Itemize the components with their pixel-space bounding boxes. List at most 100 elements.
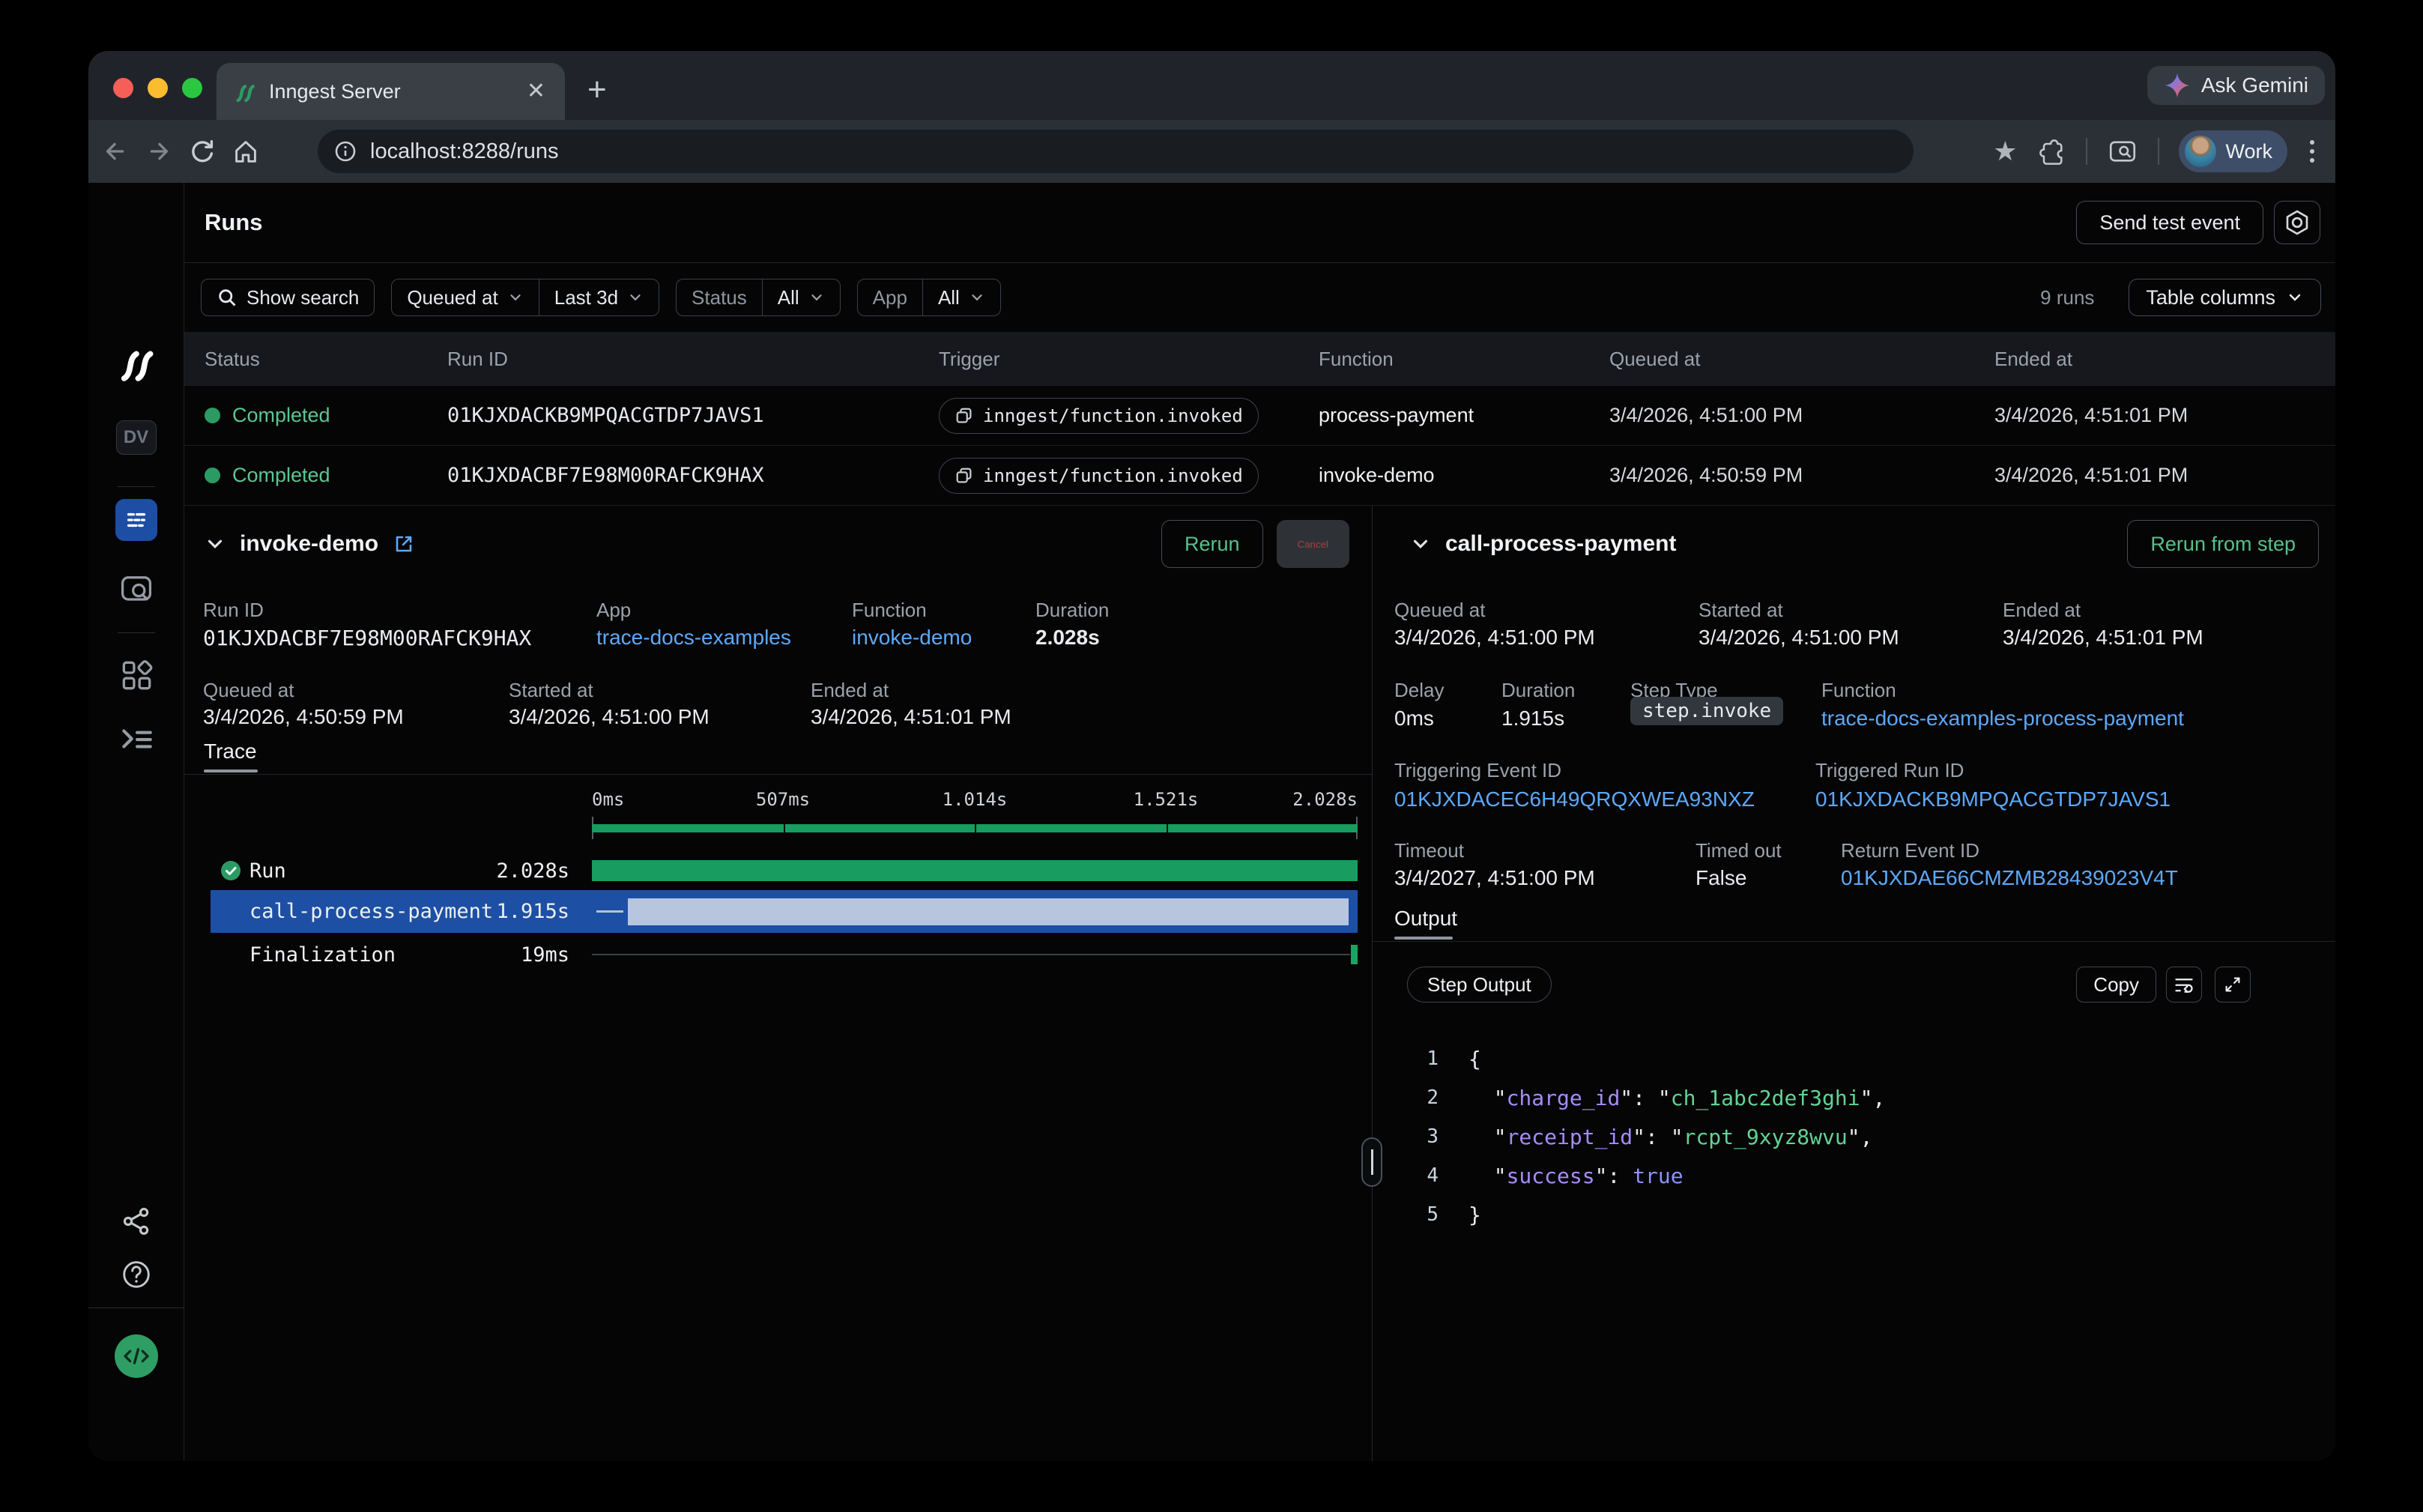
show-search-button[interactable]: Show search xyxy=(201,279,375,316)
trace-row-run[interactable]: Run 2.028s xyxy=(211,856,1358,885)
trigger-pill[interactable]: inngest/function.invoked xyxy=(939,458,1259,494)
toolbar-separator-2 xyxy=(2158,138,2159,165)
table-row[interactable]: Completed 01KJXDACKB9MPQACGTDP7JAVS1 inn… xyxy=(184,386,2335,446)
reload-icon[interactable] xyxy=(186,135,219,168)
app-filter-label: App xyxy=(873,286,907,309)
browser-menu-icon[interactable] xyxy=(2307,136,2317,166)
window-minimize-button[interactable] xyxy=(148,78,168,98)
col-status: Status xyxy=(205,348,447,371)
app-filter[interactable]: App All xyxy=(857,279,1001,316)
collapse-chevron-icon[interactable] xyxy=(1409,533,1432,555)
run-title: invoke-demo xyxy=(240,531,378,557)
step-ended-at-label: Ended at xyxy=(2003,599,2081,622)
line-number: 5 xyxy=(1373,1203,1439,1226)
settings-gear-button[interactable] xyxy=(2274,201,2320,244)
site-info-icon[interactable] xyxy=(333,139,358,164)
axis-tick: 2.028s xyxy=(1292,789,1358,810)
triggered-run-id-label: Triggered Run ID xyxy=(1815,759,1964,782)
window-close-button[interactable] xyxy=(113,78,133,98)
run-detail-pane: invoke-demo Rerun Cancel Run ID 01KJXDAC… xyxy=(184,506,1372,1461)
trace-row-call-process-payment[interactable]: call-process-payment 1.915s xyxy=(211,890,1358,933)
table-row[interactable]: Completed 01KJXDACBF7E98M00RAFCK9HAX inn… xyxy=(184,446,2335,506)
send-test-event-button[interactable]: Send test event xyxy=(2076,201,2263,244)
return-event-id-link[interactable]: 01KJXDAE66CMZMB28439023V4T xyxy=(1841,866,2178,890)
function-link[interactable]: invoke-demo xyxy=(852,626,972,650)
step-started-at-value: 3/4/2026, 4:51:00 PM xyxy=(1698,626,1899,650)
cancel-button[interactable]: Cancel xyxy=(1277,520,1350,568)
tab-output[interactable]: Output xyxy=(1394,907,1457,931)
step-function-link[interactable]: trace-docs-examples-process-payment xyxy=(1821,707,2184,731)
time-field-label: Queued at xyxy=(407,286,497,309)
back-icon[interactable] xyxy=(99,135,132,168)
side-panel-search-icon[interactable] xyxy=(2107,136,2138,167)
collapse-chevron-icon[interactable] xyxy=(204,533,226,555)
bookmark-star-icon[interactable]: ★ xyxy=(1993,136,2017,167)
sidebar-item-apps[interactable] xyxy=(118,656,155,694)
status-filter-label: Status xyxy=(692,286,747,309)
trigger-pill[interactable]: inngest/function.invoked xyxy=(939,398,1259,434)
time-range-dropdown[interactable]: Last 3d xyxy=(539,279,659,315)
table-header: Status Run ID Trigger Function Queued at… xyxy=(184,332,2335,386)
triggered-run-id-link[interactable]: 01KJXDACKB9MPQACGTDP7JAVS1 xyxy=(1815,787,2171,811)
profile-chip[interactable]: Work xyxy=(2179,130,2287,172)
word-wrap-icon[interactable] xyxy=(2166,967,2202,1003)
home-icon[interactable] xyxy=(229,135,262,168)
address-bar[interactable]: localhost:8288/runs xyxy=(318,130,1914,173)
triggering-event-id-link[interactable]: 01KJXDACEC6H49QRQXWEA93NXZ xyxy=(1394,787,1755,811)
copy-button[interactable]: Copy xyxy=(2076,967,2156,1003)
desktop: Inngest Server ✕ + Ask Gemini xyxy=(0,0,2423,1512)
help-icon[interactable] xyxy=(119,1257,154,1292)
extensions-icon[interactable] xyxy=(2036,136,2066,166)
time-field-dropdown[interactable]: Queued at xyxy=(392,279,538,315)
browser-tab[interactable]: Inngest Server ✕ xyxy=(217,63,565,120)
line-number: 1 xyxy=(1373,1047,1439,1070)
step-queued-at-value: 3/4/2026, 4:51:00 PM xyxy=(1394,626,1595,650)
queued-at-value: 3/4/2026, 4:50:59 PM xyxy=(203,705,404,729)
external-link-icon[interactable] xyxy=(392,532,416,556)
trace-row-finalization[interactable]: Finalization 19ms xyxy=(211,940,1358,969)
tab-trace[interactable]: Trace xyxy=(204,740,257,763)
sidebar-item-runs[interactable] xyxy=(115,499,157,541)
function-name: invoke-demo xyxy=(1319,464,1609,487)
sidebar-divider xyxy=(118,486,155,487)
chevron-down-icon xyxy=(507,289,524,306)
tab-close-icon[interactable]: ✕ xyxy=(524,80,548,103)
sidebar-item-events[interactable] xyxy=(117,570,156,609)
forward-icon[interactable] xyxy=(142,135,175,168)
ended-at-value: 3/4/2026, 4:51:01 PM xyxy=(811,705,1011,729)
line-number: 4 xyxy=(1373,1164,1439,1187)
search-icon xyxy=(217,287,238,308)
status-dot xyxy=(205,468,220,483)
step-started-at-label: Started at xyxy=(1698,599,1783,622)
started-at-label: Started at xyxy=(509,679,593,702)
sidebar-divider-2 xyxy=(118,632,155,633)
run-id: 01KJXDACKB9MPQACGTDP7JAVS1 xyxy=(447,404,939,427)
expand-icon[interactable] xyxy=(2215,967,2251,1003)
ask-gemini-button[interactable]: Ask Gemini xyxy=(2147,66,2325,105)
table-columns-label: Table columns xyxy=(2146,286,2275,309)
new-tab-button[interactable]: + xyxy=(587,73,607,106)
table-columns-button[interactable]: Table columns xyxy=(2129,279,2321,316)
rerun-button[interactable]: Rerun xyxy=(1161,520,1263,568)
trace-row-name: call-process-payment xyxy=(249,900,493,923)
sidebar-item-dev-server-logs[interactable] xyxy=(118,720,155,757)
status-dot xyxy=(205,408,220,423)
status-filter[interactable]: Status All xyxy=(676,279,841,316)
app-link[interactable]: trace-docs-examples xyxy=(596,626,791,650)
inngest-logo[interactable] xyxy=(115,342,157,384)
inngest-favicon-icon xyxy=(233,79,257,103)
dev-mode-button[interactable] xyxy=(115,1334,158,1378)
step-output-toggle[interactable]: Step Output xyxy=(1407,967,1552,1003)
axis-tick: 1.521s xyxy=(1134,789,1199,810)
env-badge[interactable]: DV xyxy=(116,420,157,455)
rerun-from-step-button[interactable]: Rerun from step xyxy=(2127,520,2319,568)
code-line: 1{ xyxy=(1373,1039,2335,1078)
trace-row-duration: 1.915s xyxy=(496,900,569,923)
trace-final-line xyxy=(592,954,1350,955)
detail-panes: invoke-demo Rerun Cancel Run ID 01KJXDAC… xyxy=(184,506,2335,1461)
url-text: localhost:8288/runs xyxy=(370,139,559,164)
col-function: Function xyxy=(1319,348,1609,371)
window-zoom-button[interactable] xyxy=(182,78,202,98)
trace-minimap[interactable] xyxy=(592,817,1358,839)
share-icon[interactable] xyxy=(120,1205,153,1238)
